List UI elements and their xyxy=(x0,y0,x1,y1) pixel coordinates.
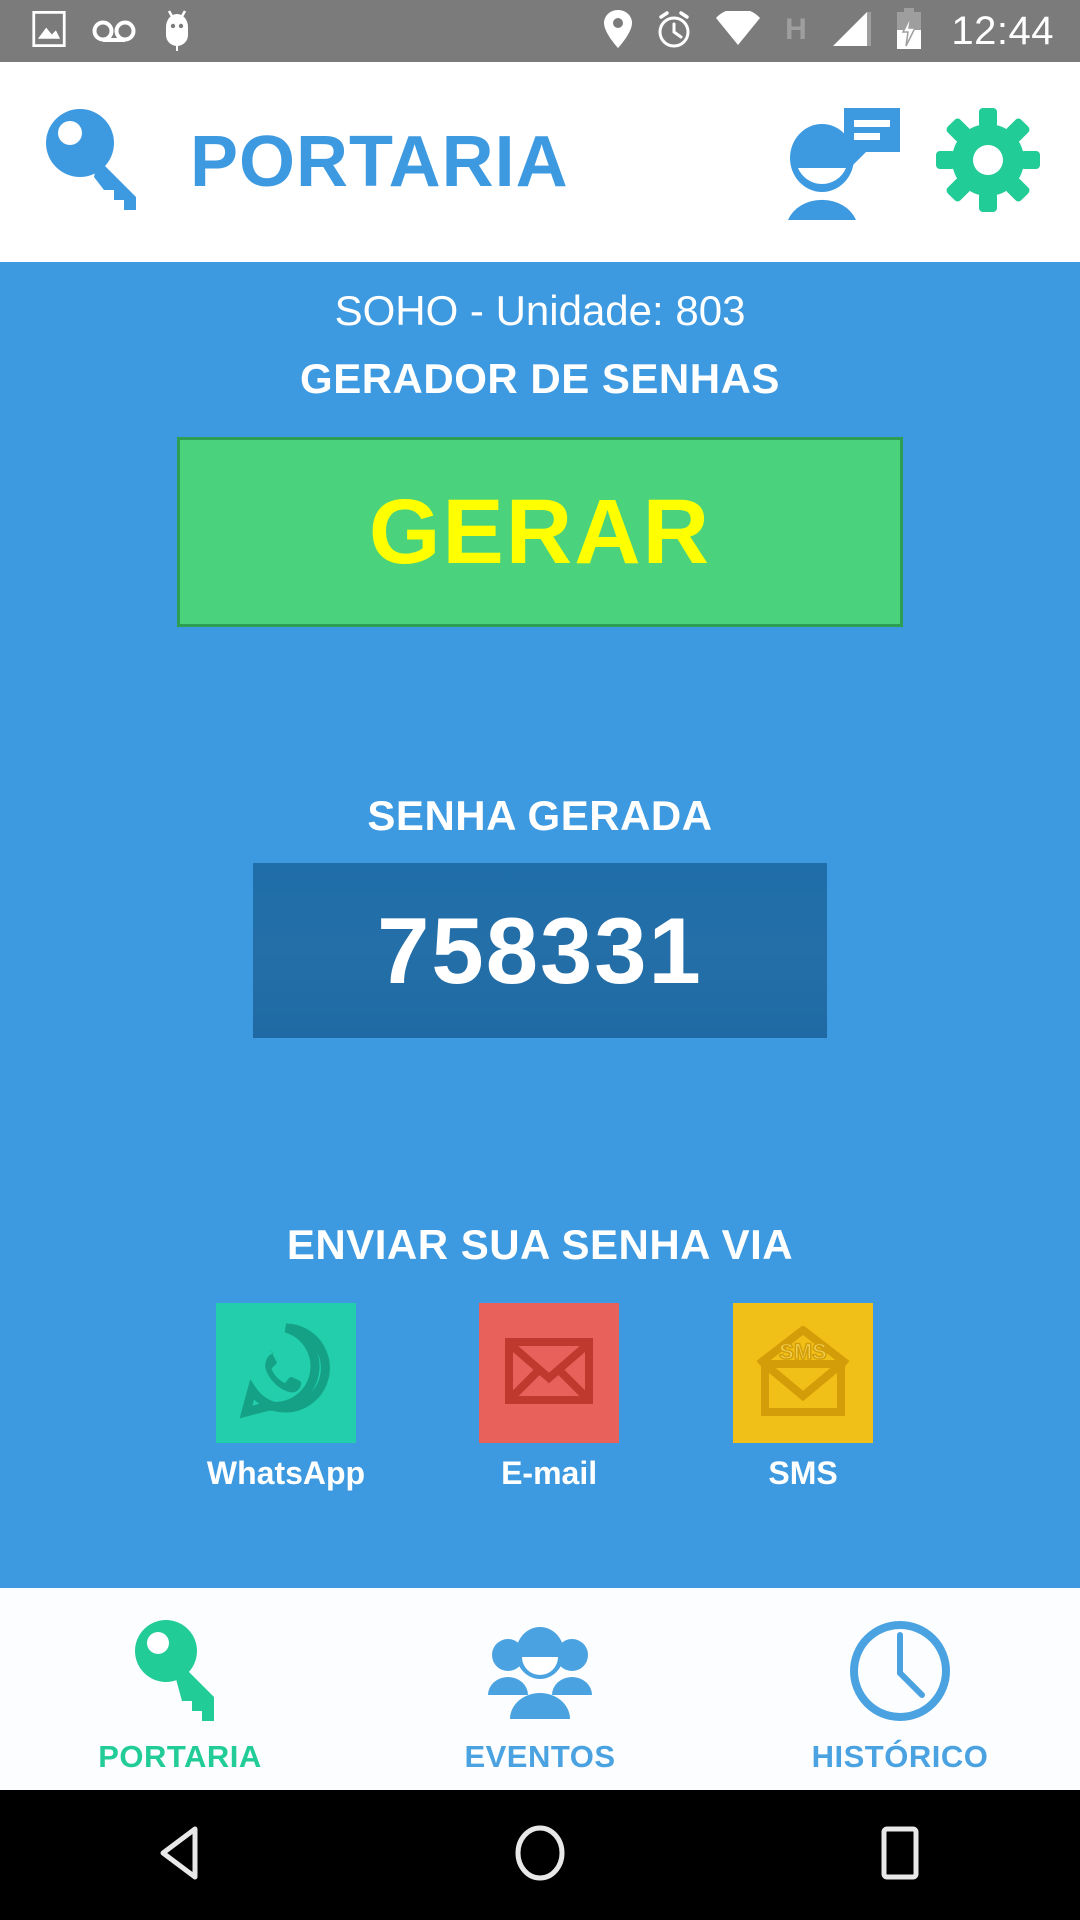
tab-label: HISTÓRICO xyxy=(811,1738,989,1774)
envelope-closed-icon xyxy=(493,1314,605,1431)
bottom-tab-bar: PORTARIA EVENTOS HISTÓRICO xyxy=(0,1588,1080,1790)
signal-icon xyxy=(831,10,873,53)
network-type-label: H xyxy=(783,12,809,51)
status-bar-clock: 12:44 xyxy=(951,9,1054,53)
share-option-label: SMS xyxy=(768,1454,838,1491)
voicemail-icon xyxy=(92,16,136,47)
svg-text:H: H xyxy=(786,13,808,46)
generated-password-value: 758331 xyxy=(377,897,703,1003)
tab-portaria[interactable]: PORTARIA xyxy=(0,1588,360,1790)
alarm-icon xyxy=(655,9,693,54)
back-button[interactable] xyxy=(0,1825,360,1886)
main-content: SOHO - Unidade: 803 GERADOR DE SENHAS GE… xyxy=(0,262,1080,1588)
tab-historico[interactable]: HISTÓRICO xyxy=(720,1588,1080,1790)
status-bar: H 12:44 xyxy=(0,0,1080,62)
location-icon xyxy=(603,9,633,54)
status-bar-left-icons xyxy=(0,7,192,56)
battery-charging-icon xyxy=(895,7,923,55)
people-group-icon xyxy=(482,1615,598,1727)
send-password-label: ENVIAR SUA SENHA VIA xyxy=(286,1221,794,1269)
user-message-icon[interactable] xyxy=(782,100,906,225)
recents-square-icon xyxy=(878,1825,922,1886)
clock-icon xyxy=(846,1615,954,1727)
sms-tile[interactable]: SMS xyxy=(733,1302,874,1443)
android-nav-bar xyxy=(0,1790,1080,1920)
image-icon xyxy=(32,10,66,52)
wifi-icon xyxy=(715,7,761,52)
tab-label: PORTARIA xyxy=(98,1738,262,1774)
phone-screen: H 12:44 PORTARIA SOHO - Unidade: 803 GER… xyxy=(0,0,1080,1920)
generator-title: GERADOR DE SENHAS xyxy=(300,355,780,403)
unit-label: SOHO - Unidade: 803 xyxy=(334,287,746,334)
generate-button-label: GERAR xyxy=(368,480,712,583)
email-tile[interactable] xyxy=(479,1302,620,1443)
recents-button[interactable] xyxy=(720,1825,1080,1886)
share-option-email[interactable]: E-mail xyxy=(479,1302,620,1491)
key-icon xyxy=(128,1615,232,1727)
generated-password-box[interactable]: 758331 xyxy=(253,863,827,1039)
share-option-label: E-mail xyxy=(501,1454,598,1491)
share-option-whatsapp[interactable]: WhatsApp xyxy=(206,1302,366,1491)
page-title: PORTARIA xyxy=(190,122,569,202)
app-bar-actions xyxy=(782,100,1080,225)
home-button[interactable] xyxy=(360,1824,720,1887)
back-triangle-icon xyxy=(155,1825,205,1886)
generate-password-button[interactable]: GERAR xyxy=(177,436,903,627)
share-option-sms[interactable]: SMS SMS xyxy=(733,1302,874,1491)
envelope-open-sms-icon: SMS xyxy=(747,1314,859,1431)
whatsapp-tile[interactable] xyxy=(215,1302,356,1443)
share-option-label: WhatsApp xyxy=(206,1454,366,1491)
whatsapp-icon xyxy=(230,1314,342,1431)
generated-password-label: SENHA GERADA xyxy=(367,791,713,839)
svg-text:SMS: SMS xyxy=(779,1339,827,1364)
app-brand: PORTARIA xyxy=(0,105,569,220)
key-icon xyxy=(38,105,162,220)
share-options-row: WhatsApp E-mail SMS SMS xyxy=(0,1302,1080,1491)
android-bug-icon xyxy=(162,7,192,56)
app-bar: PORTARIA xyxy=(0,62,1080,262)
gear-icon[interactable] xyxy=(936,107,1040,217)
status-bar-right-icons: H 12:44 xyxy=(603,7,1080,55)
home-circle-icon xyxy=(513,1824,567,1887)
tab-eventos[interactable]: EVENTOS xyxy=(360,1588,720,1790)
tab-label: EVENTOS xyxy=(464,1738,616,1774)
